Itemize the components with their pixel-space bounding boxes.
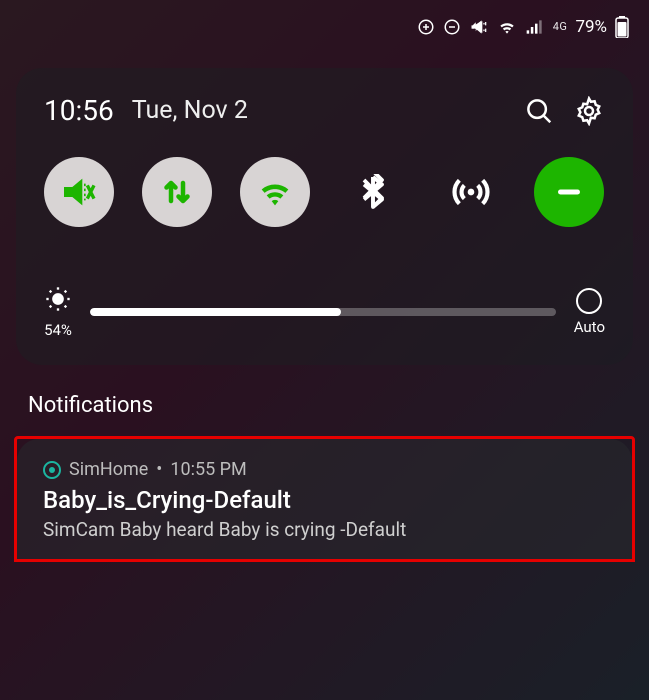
- battery-percent: 79%: [575, 17, 607, 37]
- notification-card[interactable]: SimHome • 10:55 PM Baby_is_Crying-Defaul…: [17, 439, 632, 559]
- data-saver-minus-icon: [443, 18, 461, 36]
- toggle-dnd[interactable]: [534, 157, 604, 227]
- brightness-percent: 54%: [44, 321, 72, 339]
- battery-icon: [615, 16, 629, 38]
- toggle-wifi[interactable]: [240, 157, 310, 227]
- vibrate-icon: [469, 17, 489, 37]
- separator: •: [156, 459, 162, 480]
- brightness-row: 54% Auto: [44, 285, 605, 347]
- toggle-mute[interactable]: [44, 157, 114, 227]
- wifi-icon: [497, 17, 517, 37]
- notification-time: 10:55 PM: [170, 459, 246, 480]
- toggle-data-sync[interactable]: [142, 157, 212, 227]
- network-type: 4G: [553, 20, 568, 33]
- search-button[interactable]: [523, 95, 555, 127]
- data-saver-plus-icon: [417, 18, 435, 36]
- clock[interactable]: 10:56: [44, 94, 114, 127]
- notification-meta: SimHome • 10:55 PM: [43, 459, 606, 480]
- toggle-bluetooth[interactable]: [338, 157, 408, 227]
- status-bar: 4G 79%: [0, 0, 649, 48]
- toggle-hotspot[interactable]: [436, 157, 506, 227]
- signal-icon: [525, 17, 545, 37]
- quick-toggles: [44, 157, 605, 227]
- auto-label: Auto: [574, 318, 605, 336]
- brightness-slider[interactable]: [90, 308, 556, 316]
- panel-header: 10:56 Tue, Nov 2: [44, 94, 605, 127]
- auto-brightness-toggle[interactable]: Auto: [574, 288, 605, 336]
- brightness-icon: [44, 285, 72, 317]
- date[interactable]: Tue, Nov 2: [132, 96, 505, 125]
- app-name: SimHome: [69, 459, 148, 480]
- highlight-box: SimHome • 10:55 PM Baby_is_Crying-Defaul…: [14, 436, 635, 562]
- notifications-header: Notifications: [28, 393, 621, 418]
- quick-settings-panel: 10:56 Tue, Nov 2: [16, 68, 633, 365]
- notification-title: Baby_is_Crying-Default: [43, 486, 606, 514]
- notification-body: SimCam Baby heard Baby is crying -Defaul…: [43, 518, 606, 541]
- app-icon: [43, 461, 61, 479]
- circle-icon: [576, 288, 602, 314]
- settings-button[interactable]: [573, 95, 605, 127]
